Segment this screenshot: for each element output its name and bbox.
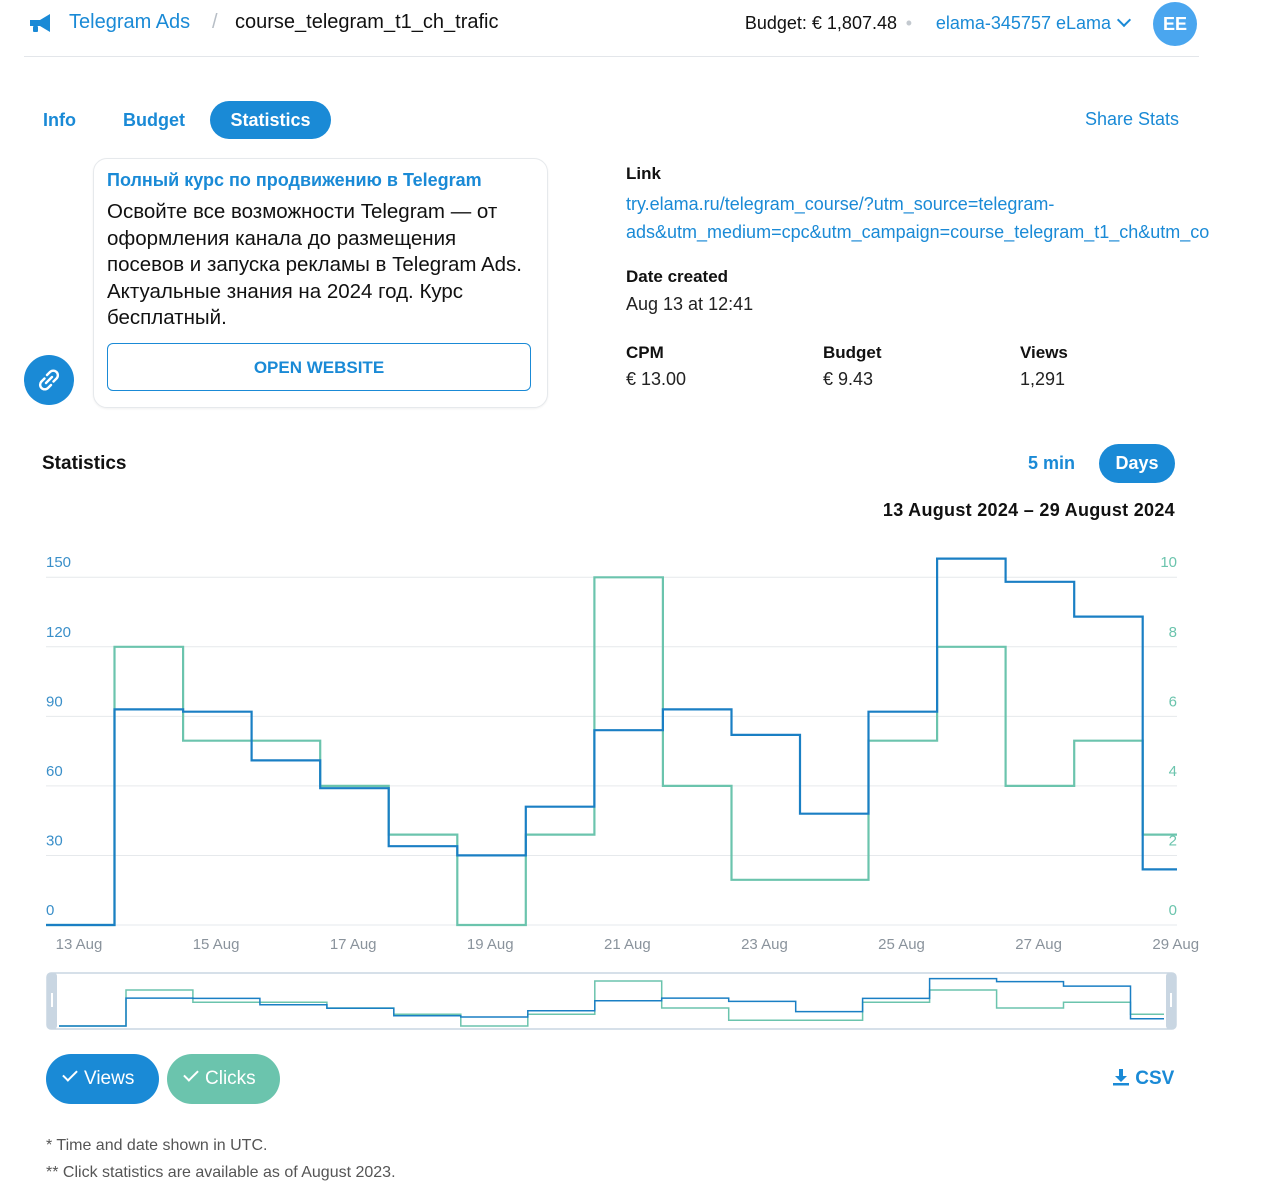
y-right-tick-label: 4 — [1169, 763, 1177, 780]
budget-label: Budget — [823, 343, 882, 362]
y-left-tick-label: 0 — [46, 902, 54, 919]
mode-5min-button[interactable]: 5 min — [1028, 453, 1075, 474]
x-tick-label: 17 Aug — [330, 936, 377, 953]
clicks-toggle-label: Clicks — [205, 1068, 256, 1089]
ad-preview-bubble: Полный курс по продвижению в Telegram Ос… — [93, 158, 548, 408]
y-left-tick-label: 60 — [46, 763, 63, 780]
views-toggle-label: Views — [84, 1068, 135, 1089]
download-icon — [1113, 1069, 1129, 1086]
x-tick-label: 19 Aug — [467, 936, 514, 953]
cpm-label: CPM — [626, 343, 664, 362]
tab-info[interactable]: Info — [43, 101, 76, 139]
y-left-tick-label: 120 — [46, 624, 71, 641]
ad-link-line-1: try.elama.ru/telegram_course/?utm_source… — [626, 194, 1055, 214]
top-bar: Telegram Ads / course_telegram_t1_ch_tra… — [24, 0, 1199, 57]
date-created-value: Aug 13 at 12:41 — [626, 294, 754, 314]
mode-days-button[interactable]: Days — [1099, 444, 1175, 483]
y-left-tick-label: 90 — [46, 693, 63, 710]
views-value: 1,291 — [1020, 369, 1066, 389]
csv-label: CSV — [1135, 1068, 1175, 1089]
y-right-tick-label: 0 — [1169, 902, 1177, 919]
account-name: elama-345757 eLama — [935, 13, 1111, 33]
x-tick-label: 13 Aug — [56, 936, 103, 953]
statistics-title: Statistics — [42, 453, 127, 474]
x-tick-label: 23 Aug — [741, 936, 788, 953]
x-tick-label: 21 Aug — [604, 936, 651, 953]
cpm-value: € 13.00 — [626, 369, 687, 389]
utc-note: * Time and date shown in UTC. — [46, 1137, 268, 1154]
statistics-chart[interactable]: 0 030 260 490 6120 8150 1013 Aug 15 Aug 17 Aug 19… — [0, 540, 1278, 1040]
views-toggle[interactable]: Views — [46, 1054, 159, 1104]
x-tick-label: 29 Aug — [1152, 936, 1199, 953]
x-tick-label: 15 Aug — [193, 936, 240, 953]
breadcrumb-campaign: course_telegram_t1_ch_trafic — [235, 11, 499, 33]
ad-text: Освойте все возможности Telegram — от оф… — [107, 200, 523, 329]
tab-budget[interactable]: Budget — [123, 101, 185, 139]
ad-link-url[interactable]: try.elama.ru/telegram_course/?utm_source… — [626, 190, 1278, 246]
series-line-clicks — [46, 576, 1177, 927]
x-tick-label: 27 Aug — [1015, 936, 1062, 953]
separator-dot: • — [905, 13, 912, 33]
views-label: Views — [1020, 343, 1068, 362]
y-left-tick-label: 150 — [46, 554, 71, 571]
ad-title: Полный курс по продвижению в Telegram — [107, 170, 482, 190]
y-left-tick-label: 30 — [46, 832, 63, 849]
link-label: Link — [626, 164, 661, 183]
open-website-button[interactable]: OPEN WEBSITE — [107, 343, 531, 391]
clicks-note: ** Click statistics are available as of … — [46, 1164, 396, 1181]
megaphone-icon[interactable] — [28, 12, 54, 34]
checkmark-icon — [183, 1066, 199, 1082]
csv-download-button[interactable]: CSV — [1112, 1068, 1174, 1090]
tab-statistics[interactable]: Statistics — [210, 101, 331, 139]
date-created-label: Date created — [626, 267, 729, 286]
app-title-link[interactable]: Telegram Ads — [69, 11, 190, 34]
account-selector[interactable]: elama-345757 eLama — [935, 12, 1132, 34]
x-tick-label: 25 Aug — [878, 936, 925, 953]
chevron-down-icon — [1116, 12, 1132, 28]
budget-value: € 9.43 — [823, 369, 874, 389]
date-range: 13 August 2024 – 29 August 2024 — [882, 500, 1175, 520]
ad-link-line-2: ads&utm_medium=cpc&utm_campaign=course_t… — [626, 222, 1210, 242]
account-budget: Budget: € 1,807.48 — [744, 13, 897, 33]
breadcrumb-separator: / — [212, 11, 218, 33]
checkmark-icon — [62, 1066, 78, 1082]
avatar[interactable]: EE — [1153, 2, 1197, 46]
y-right-tick-label: 6 — [1169, 693, 1177, 710]
clicks-toggle[interactable]: Clicks — [167, 1054, 280, 1104]
y-right-tick-label: 10 — [1160, 554, 1177, 571]
link-icon — [24, 355, 74, 405]
share-stats-link[interactable]: Share Stats — [1085, 109, 1179, 130]
y-right-tick-label: 8 — [1169, 624, 1177, 641]
